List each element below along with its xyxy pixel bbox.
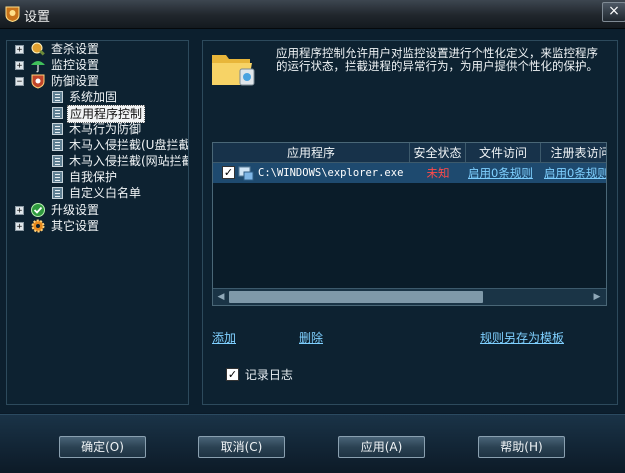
title-bar: 设置 × [0,0,625,29]
expand-toggle-monitor[interactable]: + [15,61,24,71]
row-checkbox[interactable]: ✓ [222,166,235,179]
column-header-registry-access[interactable]: 注册表访问 [541,143,606,163]
expand-toggle-other[interactable]: + [15,222,24,232]
explorer-app-icon [238,166,254,181]
column-header-file-access[interactable]: 文件访问 [466,143,541,163]
cancel-button[interactable]: 取消(C) [198,436,285,458]
expand-toggle-update[interactable]: + [15,206,24,216]
tree-item-update-settings[interactable]: 升级设置 [51,202,99,218]
tree-item-monitor-settings[interactable]: 监控设置 [51,57,99,73]
folder-icon [212,55,255,86]
defense-shield-icon [31,74,45,89]
close-button[interactable]: × [602,2,625,22]
row-security-status: 未知 [426,166,450,180]
tree-item-other-settings[interactable]: 其它设置 [51,218,99,234]
scroll-right-arrow-icon[interactable]: ▶ [590,290,604,304]
row-registry-access-link[interactable]: 启用0条规则 [544,163,606,183]
umbrella-icon [31,61,45,73]
collapse-toggle-defense[interactable]: − [15,77,24,87]
close-icon: × [608,3,620,19]
log-checkbox[interactable]: ✓ [226,368,239,381]
tree-item-usb-intercept[interactable]: 木马入侵拦截(U盘拦截) [69,137,188,153]
page-icon [52,91,63,103]
update-check-icon [31,203,45,217]
page-icon [52,107,63,119]
tree-item-whitelist[interactable]: 自定义白名单 [69,185,141,201]
page-icon [52,171,63,183]
add-link[interactable]: 添加 [212,329,236,346]
tree-item-scan-settings[interactable]: 查杀设置 [51,41,99,57]
horizontal-scrollbar[interactable]: ◀ ▶ [213,288,606,305]
app-rule-list[interactable]: 应用程序 安全状态 文件访问 注册表访问 ✓ C:\WINDOWS\explor… [212,142,607,306]
tree-item-trojan-behavior[interactable]: 木马行为防御 [69,121,141,137]
column-header-status[interactable]: 安全状态 [410,143,466,163]
ok-button[interactable]: 确定(O) [59,436,146,458]
scan-icon [31,42,45,56]
help-button[interactable]: 帮助(H) [478,436,565,458]
expand-toggle-scan[interactable]: + [15,45,24,55]
panel-description: 应用程序控制允许用户对监控设置进行个性化定义，来监控程序的运行状态，拦截进程的异… [276,46,598,73]
row-app-path: C:\WINDOWS\explorer.exe [258,167,404,179]
page-icon [52,139,63,151]
window-title: 设置 [24,10,51,25]
scroll-thumb[interactable] [229,291,483,303]
page-icon [52,123,63,135]
log-checkbox-label: 记录日志 [244,368,293,382]
page-icon [52,187,63,199]
column-header-application[interactable]: 应用程序 [213,143,410,163]
scroll-left-arrow-icon[interactable]: ◀ [214,290,228,304]
apply-button[interactable]: 应用(A) [338,436,425,458]
table-row[interactable]: ✓ C:\WINDOWS\explorer.exe 未知 启用0条规则 启用0条… [213,163,606,183]
app-shield-icon [5,6,20,22]
delete-link[interactable]: 删除 [299,329,323,346]
tree-item-system-hardening[interactable]: 系统加固 [69,89,117,105]
gear-icon [31,219,45,233]
tree-item-defense-settings[interactable]: 防御设置 [51,73,99,89]
save-as-template-link[interactable]: 规则另存为模板 [480,329,564,346]
row-file-access-link[interactable]: 启用0条规则 [468,163,541,183]
page-icon [52,155,63,167]
tree-item-web-intercept[interactable]: 木马入侵拦截(网站拦截) [69,153,188,169]
log-checkbox-row[interactable]: ✓ 记录日志 [226,367,293,383]
tree-item-self-protection[interactable]: 自我保护 [69,169,117,185]
